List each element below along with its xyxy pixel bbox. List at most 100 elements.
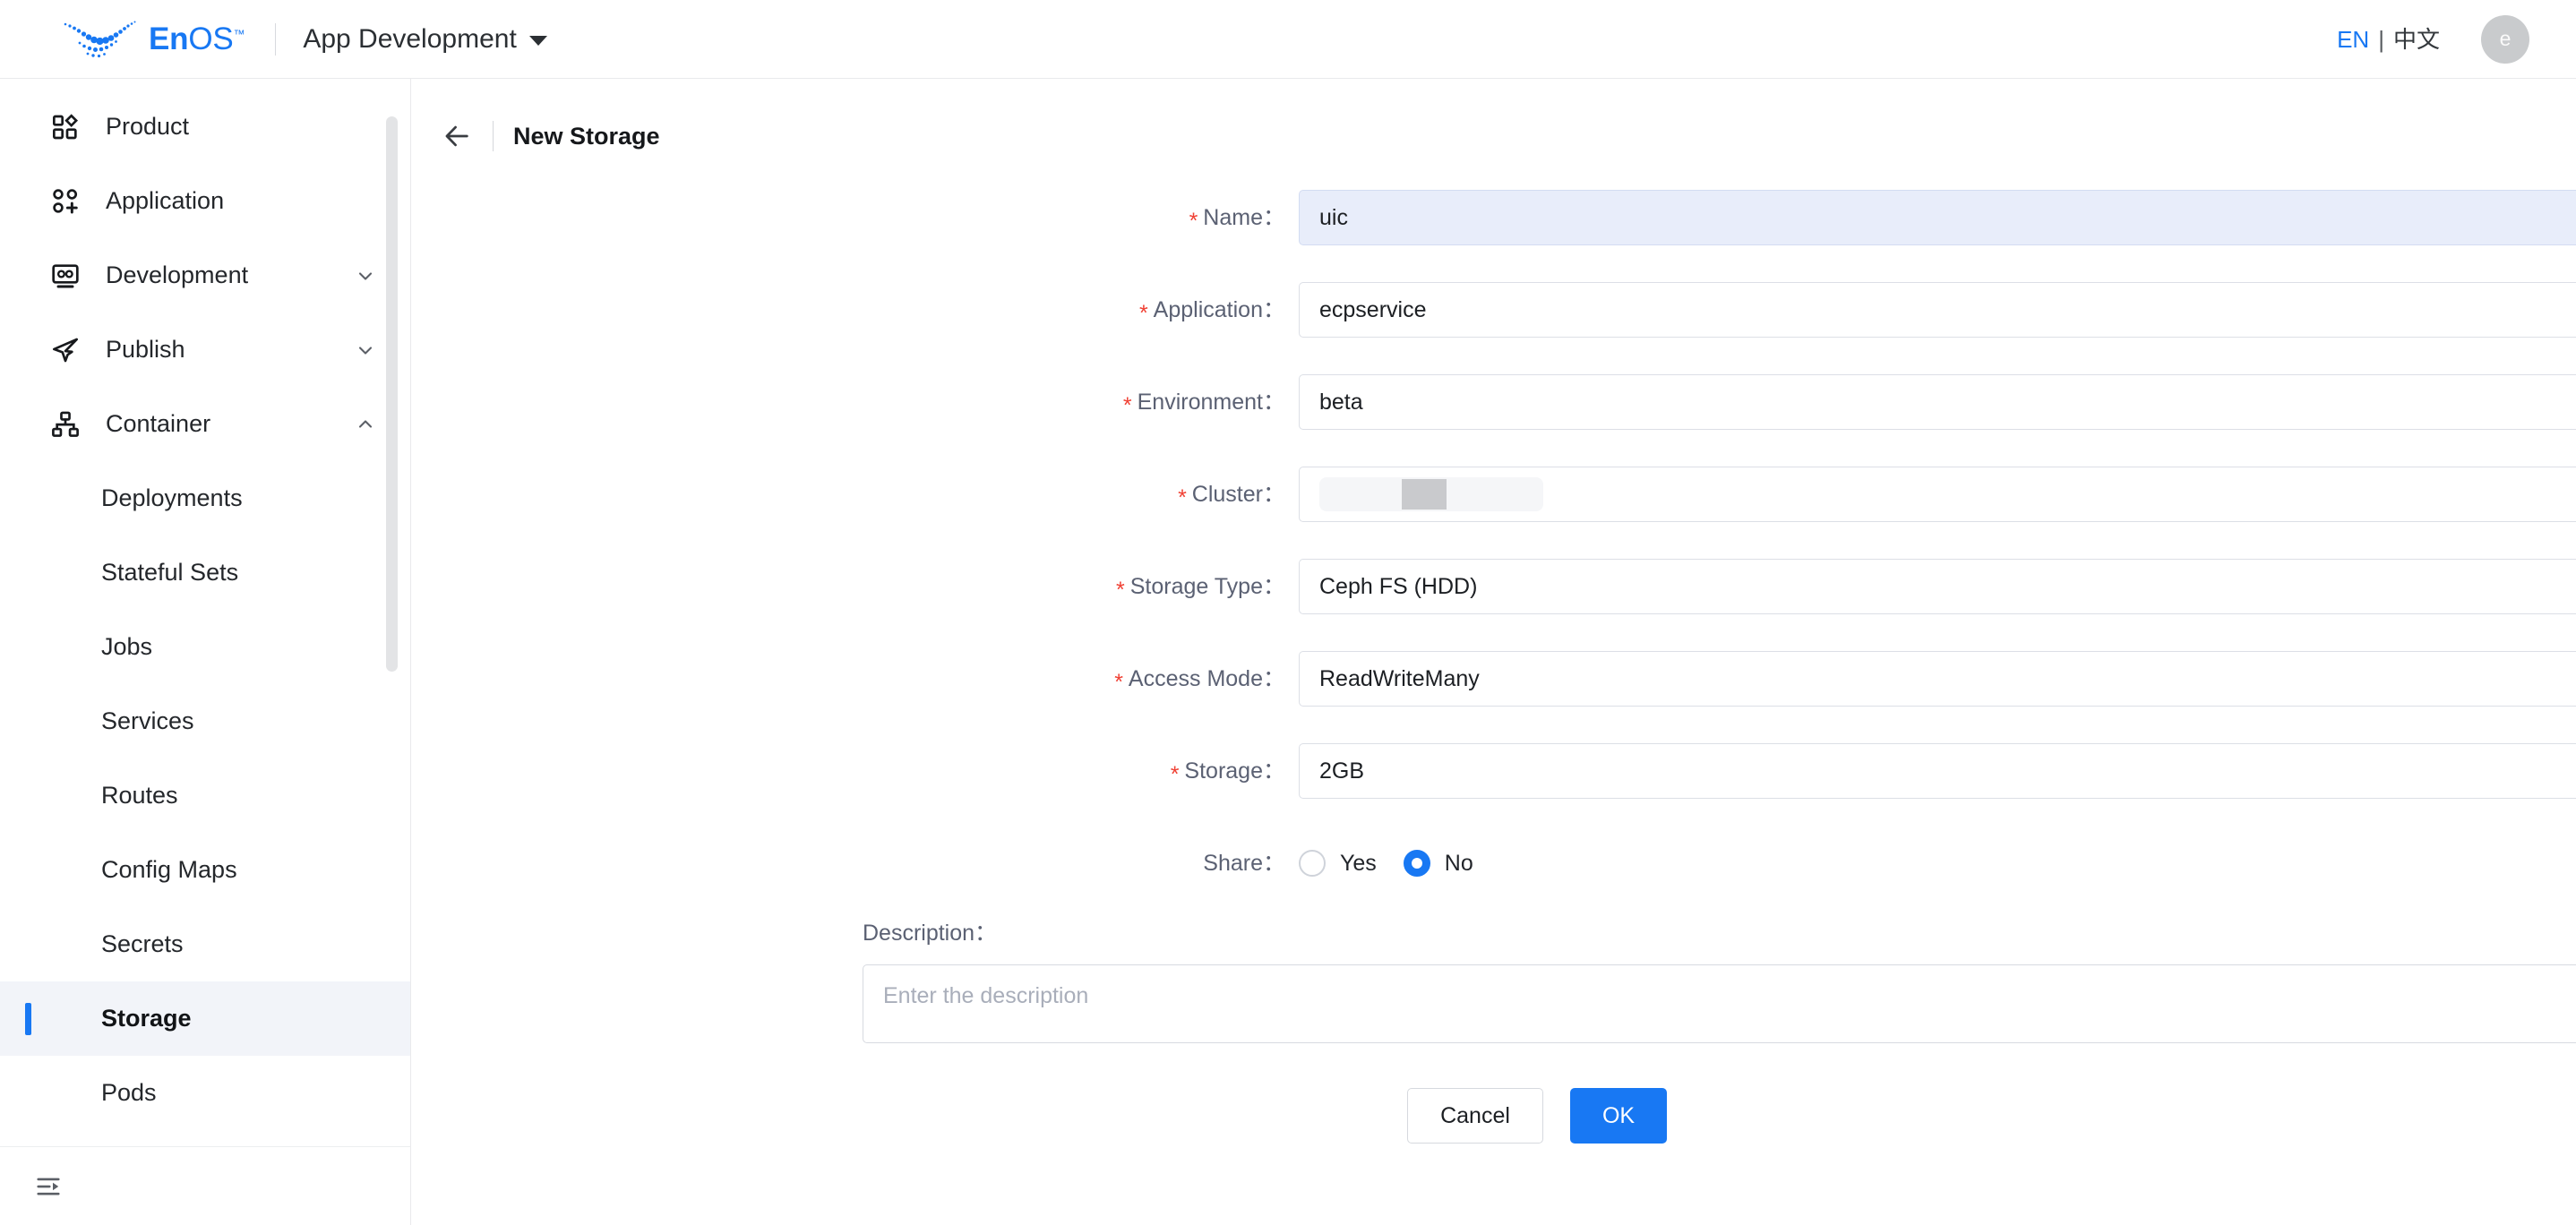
form-label-environment: *Environment： [412,391,1299,414]
field-share: Yes No [1299,835,2576,891]
sidebar-subitem-label: Storage [101,1007,192,1031]
radio-label: No [1445,852,1473,875]
form-row-application: *Application： ecpservice [412,277,2576,343]
label-colon: ： [1263,390,1285,415]
chevron-down-icon [529,36,547,46]
label-colon: ： [1263,205,1285,230]
label-text: Name [1203,205,1263,230]
sidebar-item-label: Application [106,189,224,213]
sidebar-item-label: Publish [106,338,185,362]
sidebar-footer [0,1146,410,1225]
sidebar-scrollbar[interactable] [386,116,398,672]
hierarchy-icon [50,409,81,440]
share-radio-yes[interactable]: Yes [1299,850,1377,877]
workspace-switcher[interactable]: App Development [303,26,546,53]
sidebar-subitem-label: Routes [101,784,178,808]
share-radio-no[interactable]: No [1404,850,1473,877]
form-label-storage: *Storage： [412,760,1299,783]
form-row-name: *Name： uic [412,184,2576,251]
new-storage-form: *Name： uic *Application： ecpservice *Env… [412,184,2576,1144]
application-select[interactable]: ecpservice [1299,282,2576,338]
sidebar-item-label: Development [106,263,248,287]
app-plus-icon [50,186,81,217]
monitor-infinity-icon [50,261,81,291]
sidebar-item-application[interactable]: Application [0,164,410,238]
name-input[interactable]: uic [1299,190,2576,245]
sidebar-item-publish[interactable]: Publish [0,313,410,387]
form-row-share: Share： Yes No [412,830,2576,896]
chevron-down-icon[interactable] [355,339,376,361]
sidebar-subitem-label: Secrets [101,932,184,956]
redacted-value [1319,477,1543,511]
avatar[interactable]: e [2481,15,2529,64]
access-mode-select[interactable]: ReadWriteMany [1299,651,2576,707]
label-text: Storage Type [1130,574,1263,599]
field-cluster [1299,467,2576,522]
form-label-application: *Application： [412,299,1299,321]
required-asterisk: * [1114,670,1123,695]
form-row-cluster: *Cluster： [412,461,2576,527]
radio-label: Yes [1340,852,1377,875]
label-colon: ： [1263,482,1285,507]
cancel-button[interactable]: Cancel [1407,1088,1543,1144]
storage-input[interactable]: 2GB [1299,743,2576,799]
form-row-storage: *Storage： 2GB [412,738,2576,804]
sidebar-item-pods[interactable]: Pods [0,1056,410,1130]
field-environment: beta [1299,374,2576,430]
form-row-access-mode: *Access Mode： ReadWriteMany [412,646,2576,712]
chevron-up-icon[interactable] [355,414,376,435]
form-label-access-mode: *Access Mode： [412,668,1299,690]
language-switcher: EN | 中文 [2337,28,2440,51]
sidebar-item-storage[interactable]: Storage [0,981,410,1056]
sidebar-item-secrets[interactable]: Secrets [0,907,410,981]
label-text: Storage [1184,758,1263,784]
radio-icon [1299,850,1326,877]
grid-diamond-icon [50,112,81,142]
environment-select[interactable]: beta [1299,374,2576,430]
form-row-storage-type: *Storage Type： Ceph FS (HDD) [412,553,2576,620]
sidebar-item-config-maps[interactable]: Config Maps [0,833,410,907]
language-zh-option[interactable]: 中文 [2393,28,2440,51]
label-text: Share [1203,851,1263,876]
collapse-sidebar-icon[interactable] [30,1169,66,1204]
top-bar: EnOS™ App Development EN | 中文 e [0,0,2576,79]
sidebar-nav: Product Application [0,79,410,1146]
field-storage: 2GB [1299,743,2576,799]
label-colon: ： [1263,666,1285,691]
chevron-down-icon[interactable] [355,265,376,287]
sidebar-subitem-label: Config Maps [101,858,237,882]
field-name: uic [1299,190,2576,245]
language-en-option[interactable]: EN [2337,28,2369,51]
back-arrow-icon[interactable] [439,118,475,154]
radio-icon-selected [1404,850,1430,877]
sidebar-item-services[interactable]: Services [0,684,410,758]
required-asterisk: * [1171,762,1180,787]
cluster-select[interactable] [1299,467,2576,522]
label-colon: ： [1263,851,1285,876]
sidebar-item-development[interactable]: Development [0,238,410,313]
sidebar-item-jobs[interactable]: Jobs [0,610,410,684]
form-label-share: Share： [412,852,1299,875]
page-header: New Storage [412,102,2576,170]
sidebar-item-container[interactable]: Container [0,387,410,461]
sidebar-subitem-label: Deployments [101,486,243,510]
enos-logo-icon [61,19,138,60]
sidebar-item-deployments[interactable]: Deployments [0,461,410,535]
description-textarea[interactable]: Enter the description [863,964,2576,1043]
required-asterisk: * [1189,209,1198,234]
logo-os-text: OS [188,21,233,56]
required-asterisk: * [1178,485,1187,510]
topbar-divider [275,23,276,56]
ok-button[interactable]: OK [1570,1088,1667,1144]
form-label-storage-type: *Storage Type： [412,576,1299,598]
sidebar-item-product[interactable]: Product [0,90,410,164]
description-label: Description： [863,922,2576,945]
sidebar-item-stateful-sets[interactable]: Stateful Sets [0,535,410,610]
label-text: Access Mode [1129,666,1263,691]
sidebar-item-routes[interactable]: Routes [0,758,410,833]
storage-type-select[interactable]: Ceph FS (HDD) [1299,559,2576,614]
page-title: New Storage [513,124,660,149]
workspace-label: App Development [303,26,516,53]
label-colon: ： [1263,297,1285,322]
brand[interactable]: EnOS™ [61,0,245,79]
